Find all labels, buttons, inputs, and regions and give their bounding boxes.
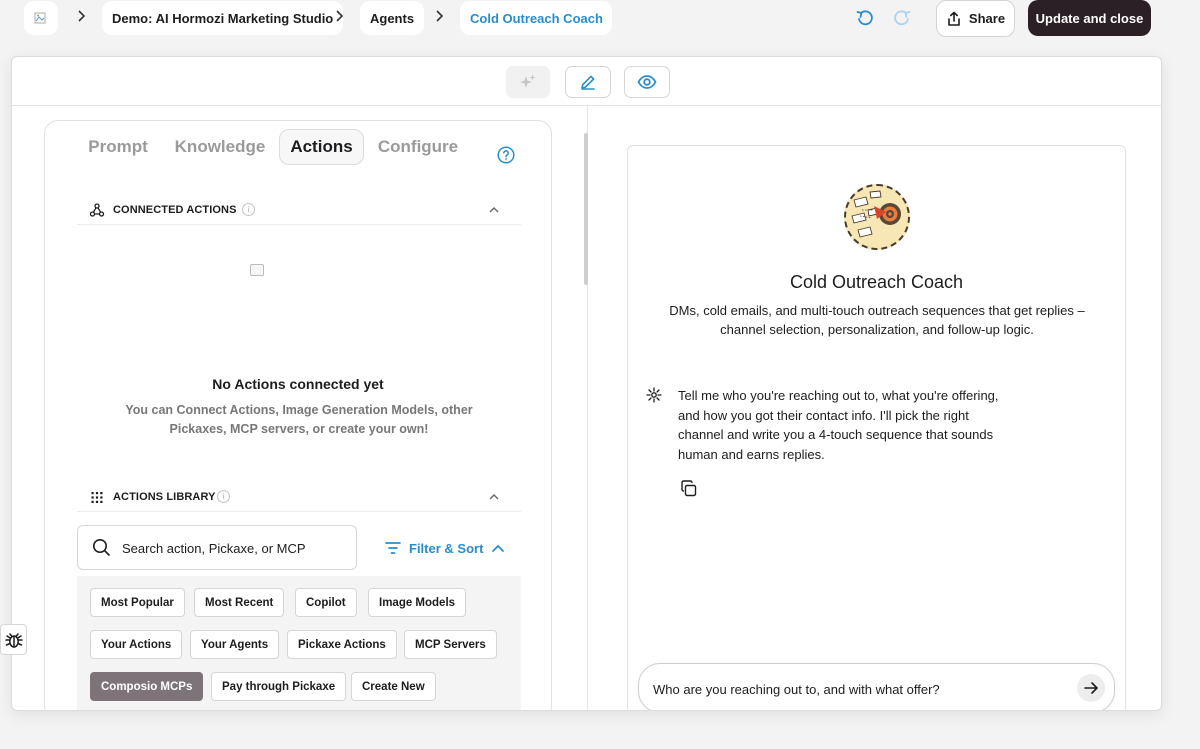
chip-composio-mcps[interactable]: Composio MCPs [90,672,204,701]
empty-state-title: No Actions connected yet [212,376,384,392]
share-label: Share [968,11,1006,26]
chip-your-agents[interactable]: Your Agents [190,630,280,659]
undo-button[interactable] [853,6,877,30]
info-icon[interactable]: i [242,203,255,216]
bug-report-button[interactable] [0,624,27,655]
webhook-icon [89,203,105,217]
chevron-up-icon[interactable] [488,204,500,216]
chip-mcp-servers[interactable]: MCP Servers [404,630,497,659]
breadcrumb-current-agent[interactable]: Cold Outreach Coach [460,1,612,35]
broken-image-icon [34,12,46,24]
connected-actions-title: CONNECTED ACTIONS [113,204,237,216]
chip-image-models[interactable]: Image Models [368,588,467,617]
search-icon [93,539,110,556]
chip-create-new[interactable]: Create New [351,672,436,701]
bot-sparkle-icon [646,387,662,403]
chevron-right-icon [436,10,444,22]
top-bar: Demo: AI Hormozi Marketing Studio Agents… [0,0,1200,56]
agent-preview-panel: Cold Outreach Coach DMs, cold emails, an… [627,145,1126,710]
edit-mode-button[interactable] [565,66,611,98]
chip-most-recent[interactable]: Most Recent [194,588,285,617]
bug-icon [4,632,23,648]
chip-copilot[interactable]: Copilot [295,588,357,617]
redo-icon [894,10,911,26]
help-icon[interactable] [497,146,515,164]
grid-icon [91,492,103,503]
filter-sort-label: Filter & Sort [409,540,484,556]
action-category-chips: Most Popular Most Recent Copilot Image M… [77,576,521,710]
info-icon[interactable]: i [217,490,230,503]
undo-icon [856,10,873,26]
left-panel-scrollbar[interactable] [584,133,588,285]
bot-welcome-message: Tell me who you're reaching out to, what… [678,388,999,462]
empty-state-description: You can Connect Actions, Image Generatio… [125,403,473,436]
tab-knowledge[interactable]: Knowledge [167,129,273,165]
share-button[interactable]: Share [936,0,1015,37]
tab-actions[interactable]: Actions [279,129,364,165]
actions-library-header[interactable]: ACTIONS LIBRARY i [77,484,521,512]
agent-name: Cold Outreach Coach [789,272,964,292]
breadcrumb-agents[interactable]: Agents [360,1,425,35]
actions-search[interactable] [77,525,357,570]
chat-input[interactable] [653,679,1053,699]
connected-actions-header[interactable]: CONNECTED ACTIONS i [77,197,521,225]
update-and-close-button[interactable]: Update and close [1028,0,1151,36]
sparkle-icon [520,74,536,88]
preview-mode-button[interactable] [624,66,670,98]
agent-avatar [844,184,910,250]
redo-button[interactable] [890,6,914,30]
chevron-right-icon [78,10,86,22]
ai-assist-button[interactable] [506,66,550,98]
filter-icon [385,542,401,554]
editor-toolbar [12,57,1161,106]
builder-tabs: Prompt Knowledge Actions Configure [45,129,551,167]
actions-library-title: ACTIONS LIBRARY [113,491,216,503]
actions-search-input[interactable] [122,538,347,558]
chip-pay-through-pickaxe[interactable]: Pay through Pickaxe [211,672,347,701]
target-envelope-icon [851,190,901,238]
chat-input-box[interactable] [638,663,1115,710]
agent-editor-window: Prompt Knowledge Actions Configure CONNE… [11,56,1162,711]
chip-pickaxe-actions[interactable]: Pickaxe Actions [287,630,397,659]
share-icon [948,11,960,26]
chip-your-actions[interactable]: Your Actions [90,630,183,659]
agent-description: DMs, cold emails, and multi-touch outrea… [669,303,1085,337]
breadcrumb-studio[interactable]: Demo: AI Hormozi Marketing Studio [102,1,344,35]
pencil-icon [581,75,595,90]
tab-configure[interactable]: Configure [371,129,465,165]
chevron-up-icon [492,544,505,552]
copy-icon[interactable] [679,479,699,499]
arrow-right-icon [1084,682,1098,694]
eye-icon [637,75,657,89]
filter-sort-button[interactable]: Filter & Sort [385,537,505,559]
send-button[interactable] [1077,674,1105,702]
chevron-right-icon [336,10,344,22]
broken-image-icon [250,264,264,276]
tab-prompt[interactable]: Prompt [77,129,159,165]
chip-most-popular[interactable]: Most Popular [90,588,185,617]
workspace-logo[interactable] [24,1,58,35]
builder-panel: Prompt Knowledge Actions Configure CONNE… [44,120,552,710]
chevron-up-icon[interactable] [488,491,500,503]
